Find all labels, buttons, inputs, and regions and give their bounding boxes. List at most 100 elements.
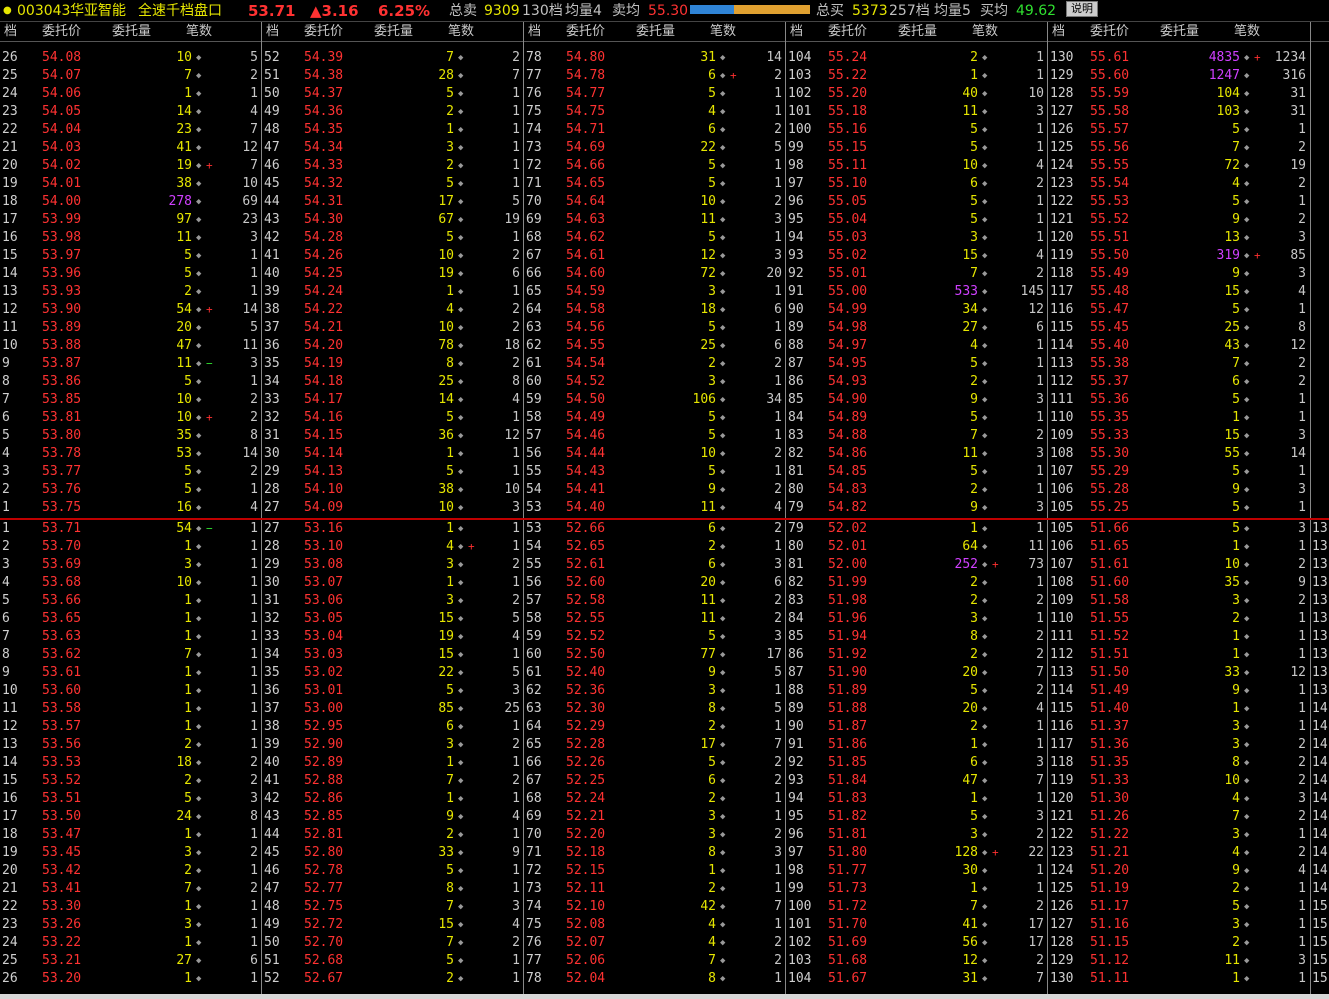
sell-level-row[interactable]: 78 54.80 31 ◆ 14 [524, 49, 784, 67]
buy-level-row[interactable]: 66 52.26 5 ◆ 2 [524, 754, 784, 772]
buy-level-row[interactable]: 3 53.69 3 ◆ 1 [0, 556, 260, 574]
sell-level-row[interactable]: 111 55.36 5 ◆ 1 [1048, 391, 1308, 409]
buy-level-row[interactable]: 104 51.67 31 ◆ 7 [786, 970, 1046, 988]
buy-level-row[interactable]: 86 51.92 2 ◆ 2 [786, 646, 1046, 664]
buy-level-row[interactable]: 22 53.30 1 ◆ 1 [0, 898, 260, 916]
buy-level-row[interactable]: 31 53.06 3 ◆ 2 [262, 592, 522, 610]
buy-level-row[interactable]: 63 52.30 8 ◆ 5 [524, 700, 784, 718]
sell-level-row[interactable]: 19 54.01 38 ◆ 10 [0, 175, 260, 193]
sell-level-row[interactable]: 90 54.99 34 ◆ 12 [786, 301, 1046, 319]
buy-level-row[interactable]: 67 52.25 6 ◆ 2 [524, 772, 784, 790]
buy-level-row[interactable]: 96 51.81 3 ◆ 2 [786, 826, 1046, 844]
sell-level-row[interactable]: 123 55.54 4 ◆ 2 [1048, 175, 1308, 193]
buy-level-row[interactable]: 118 51.35 8 ◆ 2 [1048, 754, 1308, 772]
sell-level-row[interactable]: 15 53.97 5 ◆ 1 [0, 247, 260, 265]
sell-level-row[interactable]: 7 53.85 10 ◆ 2 [0, 391, 260, 409]
sell-level-row[interactable]: 46 54.33 2 ◆ 1 [262, 157, 522, 175]
sell-level-row[interactable]: 125 55.56 7 ◆ 2 [1048, 139, 1308, 157]
sell-level-row[interactable]: 86 54.93 2 ◆ 1 [786, 373, 1046, 391]
buy-level-row[interactable]: 38 52.95 6 ◆ 1 [262, 718, 522, 736]
buy-level-row[interactable]: 42 52.86 1 ◆ 1 [262, 790, 522, 808]
sell-level-row[interactable]: 120 55.51 13 ◆ 3 [1048, 229, 1308, 247]
buy-level-row[interactable]: 39 52.90 3 ◆ 2 [262, 736, 522, 754]
buy-level-row[interactable]: 36 53.01 5 ◆ 3 [262, 682, 522, 700]
buy-level-row[interactable]: 127 51.16 3 ◆ 1 [1048, 916, 1308, 934]
sell-level-row[interactable]: 42 54.28 5 ◆ 1 [262, 229, 522, 247]
sell-level-row[interactable]: 72 54.66 5 ◆ 1 [524, 157, 784, 175]
sell-level-row[interactable]: 23 54.05 14 ◆ 4 [0, 103, 260, 121]
sell-level-row[interactable]: 31 54.15 36 ◆ 12 [262, 427, 522, 445]
sell-level-row[interactable]: 29 54.13 5 ◆ 1 [262, 463, 522, 481]
buy-level-row[interactable]: 112 51.51 1 ◆ 1 [1048, 646, 1308, 664]
buy-level-row[interactable]: 113 51.50 33 ◆ 12 [1048, 664, 1308, 682]
sell-level-row[interactable]: 65 54.59 3 ◆ 1 [524, 283, 784, 301]
sell-level-row[interactable]: 122 55.53 5 ◆ 1 [1048, 193, 1308, 211]
buy-level-row[interactable]: 85 51.94 8 ◆ 2 [786, 628, 1046, 646]
sell-level-row[interactable]: 71 54.65 5 ◆ 1 [524, 175, 784, 193]
sell-level-row[interactable]: 117 55.48 15 ◆ 4 [1048, 283, 1308, 301]
buy-level-row[interactable]: 5 53.66 1 ◆ 1 [0, 592, 260, 610]
sell-level-row[interactable]: 79 54.82 9 ◆ 3 [786, 499, 1046, 517]
buy-level-row[interactable]: 23 53.26 3 ◆ 1 [0, 916, 260, 934]
sell-level-row[interactable]: 58 54.49 5 ◆ 1 [524, 409, 784, 427]
sell-level-row[interactable]: 130 55.61 4835 ◆ +1234 [1048, 49, 1308, 67]
sell-level-row[interactable]: 64 54.58 18 ◆ 6 [524, 301, 784, 319]
buy-level-row[interactable]: 58 52.55 11 ◆ 2 [524, 610, 784, 628]
buy-level-row[interactable]: 57 52.58 11 ◆ 2 [524, 592, 784, 610]
sell-level-row[interactable]: 88 54.97 4 ◆ 1 [786, 337, 1046, 355]
sell-level-row[interactable]: 28 54.10 38 ◆ 10 [262, 481, 522, 499]
buy-level-row[interactable]: 43 52.85 9 ◆ 4 [262, 808, 522, 826]
sell-level-row[interactable]: 56 54.44 10 ◆ 2 [524, 445, 784, 463]
sell-level-row[interactable]: 33 54.17 14 ◆ 4 [262, 391, 522, 409]
buy-level-row[interactable]: 11 53.58 1 ◆ 1 [0, 700, 260, 718]
sell-level-row[interactable]: 34 54.18 25 ◆ 8 [262, 373, 522, 391]
sell-level-row[interactable]: 18 54.00 278 ◆ 69 [0, 193, 260, 211]
buy-level-row[interactable]: 75 52.08 4 ◆ 1 [524, 916, 784, 934]
buy-level-row[interactable]: 130 51.11 1 ◆ 1 [1048, 970, 1308, 988]
buy-level-row[interactable]: 68 52.24 2 ◆ 1 [524, 790, 784, 808]
sell-level-row[interactable]: 9 53.87 11 ◆ −3 [0, 355, 260, 373]
buy-level-row[interactable]: 25 53.21 27 ◆ 6 [0, 952, 260, 970]
sell-level-row[interactable]: 40 54.25 19 ◆ 6 [262, 265, 522, 283]
buy-level-row[interactable]: 114 51.49 9 ◆ 1 [1048, 682, 1308, 700]
buy-level-row[interactable]: 34 53.03 15 ◆ 1 [262, 646, 522, 664]
buy-level-row[interactable]: 2 53.70 1 ◆ 1 [0, 538, 260, 556]
sell-level-row[interactable]: 51 54.38 28 ◆ 7 [262, 67, 522, 85]
buy-level-row[interactable]: 122 51.22 3 ◆ 1 [1048, 826, 1308, 844]
buy-level-row[interactable]: 77 52.06 7 ◆ 2 [524, 952, 784, 970]
buy-level-row[interactable]: 59 52.52 5 ◆ 3 [524, 628, 784, 646]
buy-level-row[interactable]: 4 53.68 10 ◆ 1 [0, 574, 260, 592]
buy-level-row[interactable]: 27 53.16 1 ◆ 1 [262, 520, 522, 538]
sell-level-row[interactable]: 17 53.99 97 ◆ 23 [0, 211, 260, 229]
sell-level-row[interactable]: 12 53.90 54 ◆ +14 [0, 301, 260, 319]
sell-level-row[interactable]: 94 55.03 3 ◆ 1 [786, 229, 1046, 247]
buy-level-row[interactable]: 128 51.15 2 ◆ 1 [1048, 934, 1308, 952]
buy-level-row[interactable]: 26 53.20 1 ◆ 1 [0, 970, 260, 988]
buy-level-row[interactable]: 61 52.40 9 ◆ 5 [524, 664, 784, 682]
buy-level-row[interactable]: 53 52.66 6 ◆ 2 [524, 520, 784, 538]
sell-level-row[interactable]: 104 55.24 2 ◆ 1 [786, 49, 1046, 67]
buy-level-row[interactable]: 62 52.36 3 ◆ 1 [524, 682, 784, 700]
sell-level-row[interactable]: 68 54.62 5 ◆ 1 [524, 229, 784, 247]
sell-level-row[interactable]: 101 55.18 11 ◆ 3 [786, 103, 1046, 121]
buy-level-row[interactable]: 103 51.68 12 ◆ 2 [786, 952, 1046, 970]
sell-level-row[interactable]: 16 53.98 11 ◆ 3 [0, 229, 260, 247]
buy-level-row[interactable]: 8 53.62 7 ◆ 1 [0, 646, 260, 664]
buy-level-row[interactable]: 82 51.99 2 ◆ 1 [786, 574, 1046, 592]
sell-level-row[interactable]: 41 54.26 10 ◆ 2 [262, 247, 522, 265]
buy-level-row[interactable]: 37 53.00 85 ◆ 25 [262, 700, 522, 718]
sell-level-row[interactable]: 91 55.00 533 ◆ 145 [786, 283, 1046, 301]
buy-level-row[interactable]: 54 52.65 2 ◆ 1 [524, 538, 784, 556]
sell-level-row[interactable]: 99 55.15 5 ◆ 1 [786, 139, 1046, 157]
buy-level-row[interactable]: 124 51.20 9 ◆ 4 [1048, 862, 1308, 880]
sell-level-row[interactable]: 5 53.80 35 ◆ 8 [0, 427, 260, 445]
sell-level-row[interactable]: 38 54.22 4 ◆ 2 [262, 301, 522, 319]
buy-level-row[interactable]: 12 53.57 1 ◆ 1 [0, 718, 260, 736]
buy-level-row[interactable]: 9 53.61 1 ◆ 1 [0, 664, 260, 682]
sell-level-row[interactable]: 77 54.78 6 ◆ +2 [524, 67, 784, 85]
buy-level-row[interactable]: 74 52.10 42 ◆ 7 [524, 898, 784, 916]
buy-level-row[interactable]: 69 52.21 3 ◆ 1 [524, 808, 784, 826]
sell-level-row[interactable]: 35 54.19 8 ◆ 2 [262, 355, 522, 373]
buy-level-row[interactable]: 47 52.77 8 ◆ 1 [262, 880, 522, 898]
sell-level-row[interactable]: 76 54.77 5 ◆ 1 [524, 85, 784, 103]
